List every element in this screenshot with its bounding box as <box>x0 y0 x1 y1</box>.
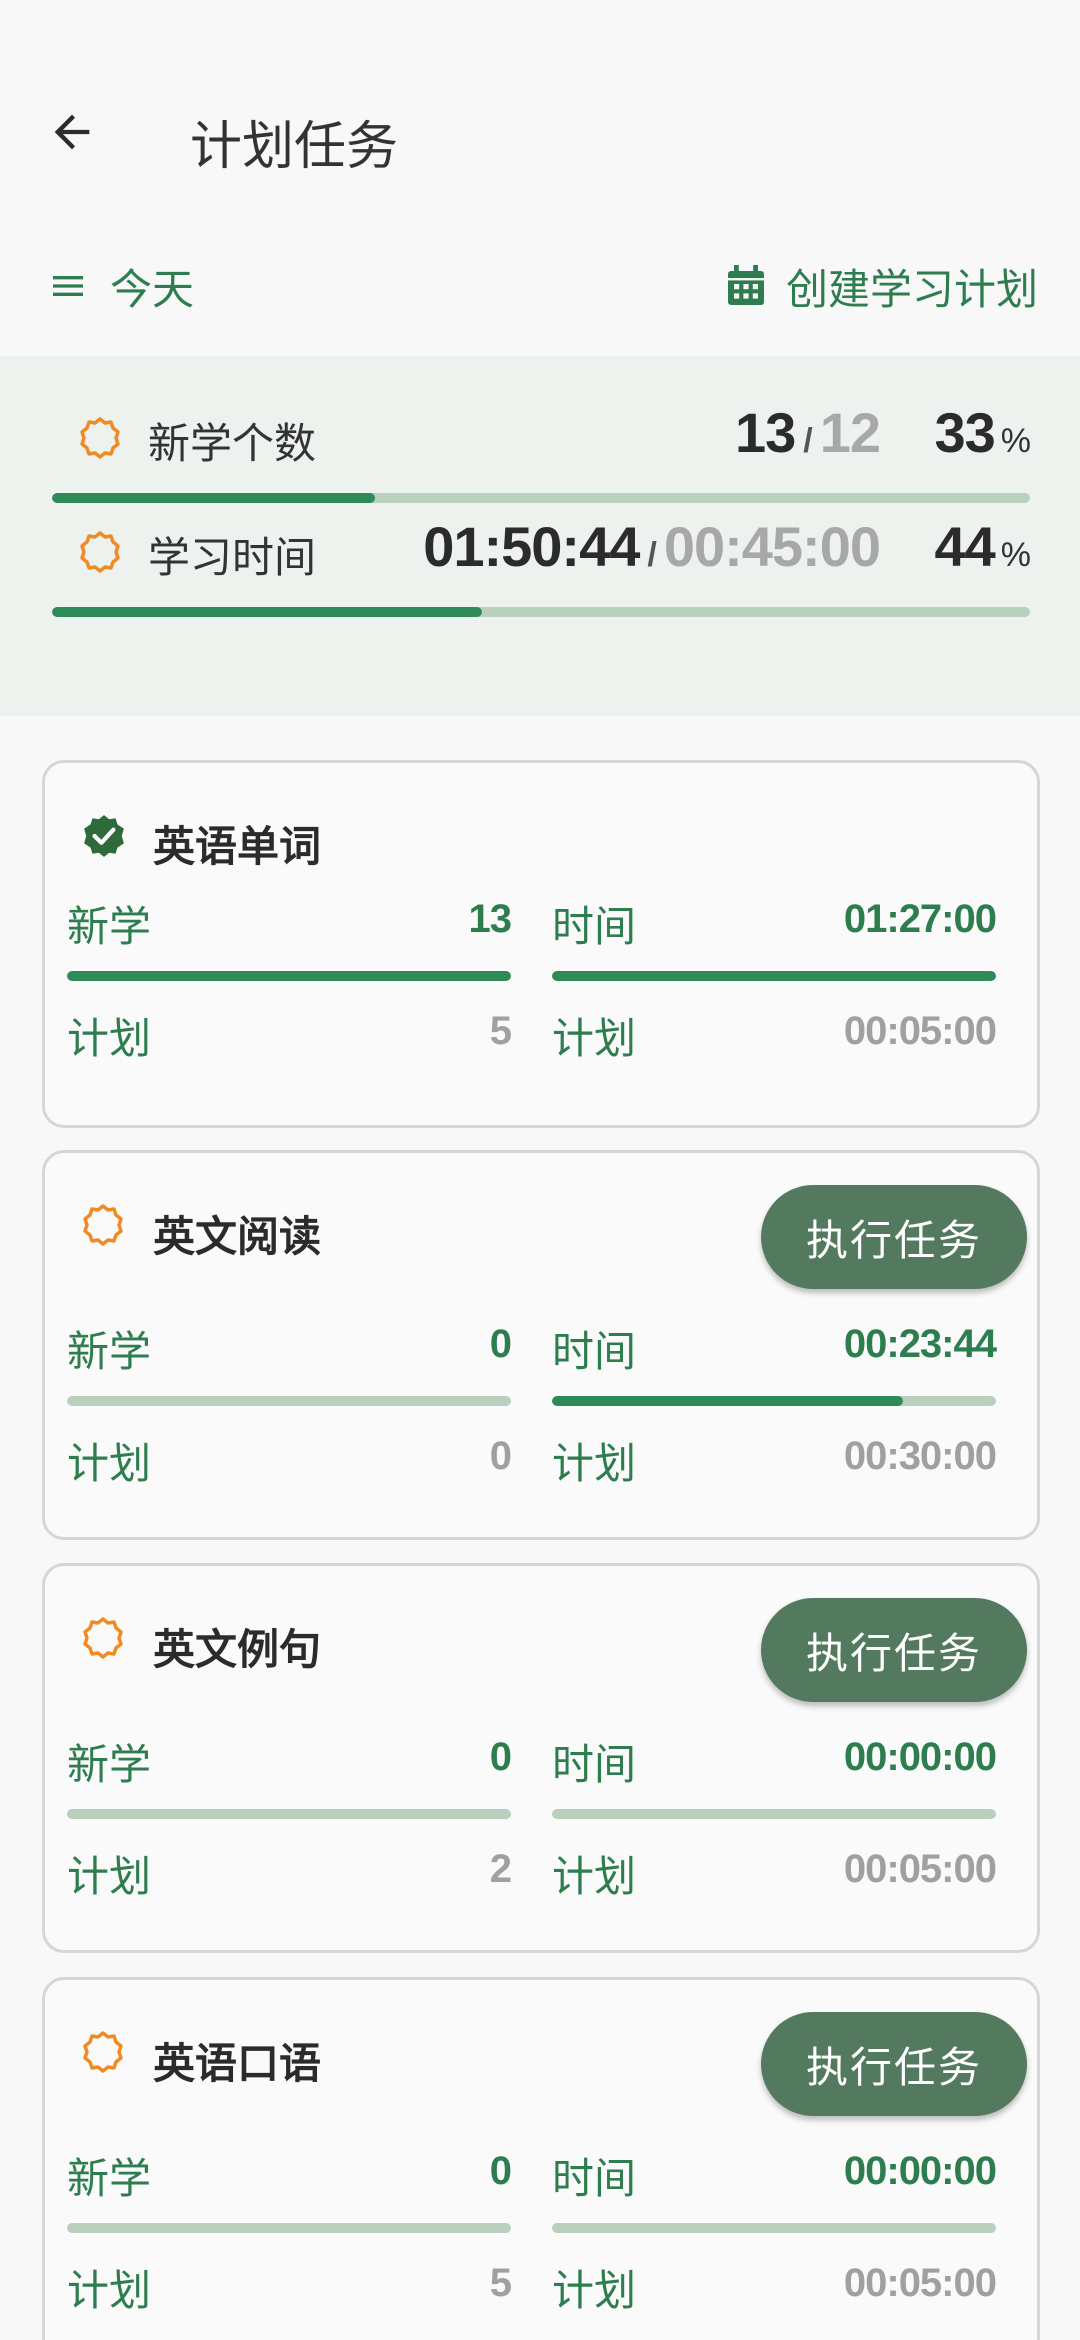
time-plan-value: 00:05:00 <box>843 1847 997 1891</box>
time-plan-value: 00:30:00 <box>843 1434 997 1478</box>
new-plan-label: 计划 <box>67 1014 152 1063</box>
new-value: 0 <box>489 1735 512 1779</box>
summary-time-done: 01:50:44 <box>423 515 640 578</box>
new-progress-bar <box>67 2223 511 2233</box>
summary-new-done: 13 <box>734 401 796 464</box>
new-plan-label: 计划 <box>67 1852 152 1901</box>
summary-time-progress-fill <box>52 607 483 617</box>
time-plan-value: 00:05:00 <box>843 1009 997 1053</box>
task-card: 英语口语 执行任务 新学 0 计划 5 时间 00:00:00 计划 00:05… <box>42 1977 1040 2340</box>
task-card: 英语单词 新学 13 计划 5 时间 01:27:00 计划 00:05:00 <box>42 760 1040 1128</box>
new-progress-bar <box>67 971 511 981</box>
status-icon <box>81 1616 125 1664</box>
arrow-left-icon <box>54 114 90 150</box>
pending-ring-icon <box>83 2031 123 2073</box>
slash-separator: / <box>803 422 813 460</box>
time-progress-bar <box>552 971 996 981</box>
time-progress-bar <box>552 1809 996 1819</box>
new-plan-value: 5 <box>489 1009 512 1053</box>
verified-check-icon <box>84 815 124 857</box>
execute-task-button[interactable]: 执行任务 <box>761 2012 1027 2116</box>
app-bar: 计划任务 <box>0 0 1080 230</box>
summary-time-progress-bar <box>52 607 1030 617</box>
new-plan-label: 计划 <box>67 2266 152 2315</box>
execute-task-button[interactable]: 执行任务 <box>761 1185 1027 1289</box>
time-label: 时间 <box>552 2154 637 2203</box>
new-value: 0 <box>489 2149 512 2193</box>
summary-study-time: 学习时间 01:50:44 / 00:45:00 44% <box>0 470 1080 640</box>
task-name: 英语口语 <box>153 2039 322 2088</box>
time-value: 00:00:00 <box>843 2149 997 2193</box>
time-progress-fill <box>552 971 996 981</box>
create-plan-label: 创建学习计划 <box>785 264 1038 314</box>
slash-separator: / <box>647 536 657 574</box>
time-plan-label: 计划 <box>552 1014 637 1063</box>
time-label: 时间 <box>552 902 637 951</box>
time-label: 时间 <box>552 1740 637 1789</box>
pending-ring-icon <box>80 531 120 573</box>
execute-task-button[interactable]: 执行任务 <box>761 1598 1027 1702</box>
new-plan-value: 0 <box>489 1434 512 1478</box>
status-icon <box>81 1203 125 1251</box>
new-plan-value: 2 <box>489 1847 512 1891</box>
summary-time-label: 学习时间 <box>148 533 317 582</box>
time-progress-fill <box>552 1396 903 1406</box>
page-title: 计划任务 <box>190 117 399 177</box>
time-value: 00:23:44 <box>843 1322 997 1366</box>
menu-icon <box>53 276 83 296</box>
summary-time-target: 00:45:00 <box>663 515 881 578</box>
new-plan-value: 5 <box>489 2261 512 2305</box>
today-label: 今天 <box>110 264 195 314</box>
task-name: 英文阅读 <box>153 1212 322 1261</box>
summary-new-percent-value: 33 <box>934 401 995 464</box>
percent-sign: % <box>1000 536 1031 574</box>
time-plan-label: 计划 <box>552 1439 637 1488</box>
new-label: 新学 <box>67 902 152 951</box>
new-value: 0 <box>489 1322 512 1366</box>
new-progress-bar <box>67 1396 511 1406</box>
calendar-icon <box>727 265 764 305</box>
time-value: 01:27:00 <box>843 897 997 941</box>
status-icon <box>81 813 127 863</box>
summary-new-label: 新学个数 <box>148 419 317 468</box>
new-label: 新学 <box>67 1327 152 1376</box>
time-label: 时间 <box>552 1327 637 1376</box>
summary-time-percent: 44% <box>934 514 1031 579</box>
pending-ring-icon <box>83 1204 123 1246</box>
pending-ring-icon <box>80 417 120 459</box>
task-name: 英文例句 <box>153 1625 322 1674</box>
task-name: 英语单词 <box>153 822 322 871</box>
summary-new-target: 12 <box>819 401 881 464</box>
summary-time-percent-value: 44 <box>934 515 995 578</box>
new-progress-fill <box>67 971 511 981</box>
time-plan-label: 计划 <box>552 2266 637 2315</box>
percent-sign: % <box>1000 422 1031 460</box>
summary-new-percent: 33% <box>934 400 1031 465</box>
task-card: 英文例句 执行任务 新学 0 计划 2 时间 00:00:00 计划 00:05… <box>42 1563 1040 1953</box>
time-plan-label: 计划 <box>552 1852 637 1901</box>
new-label: 新学 <box>67 1740 152 1789</box>
summary-time-values: 01:50:44 / 00:45:00 <box>423 514 881 579</box>
summary-new-values: 13 / 12 <box>734 400 881 465</box>
task-card: 英文阅读 执行任务 新学 0 计划 0 时间 00:23:44 计划 00:30… <box>42 1150 1040 1540</box>
status-icon <box>81 2030 125 2078</box>
create-plan-button[interactable]: 创建学习计划 <box>726 258 1038 314</box>
new-label: 新学 <box>67 2154 152 2203</box>
time-value: 00:00:00 <box>843 1735 997 1779</box>
pending-ring-icon <box>83 1617 123 1659</box>
time-plan-value: 00:05:00 <box>843 2261 997 2305</box>
back-button[interactable] <box>40 100 104 164</box>
summary-panel: 新学个数 13 / 12 33% 学习时间 01:50:44 / 00:45:0… <box>0 356 1080 716</box>
today-filter[interactable]: 今天 <box>48 258 194 314</box>
new-value: 13 <box>468 897 512 941</box>
time-progress-bar <box>552 2223 996 2233</box>
time-progress-bar <box>552 1396 996 1406</box>
new-progress-bar <box>67 1809 511 1819</box>
new-plan-label: 计划 <box>67 1439 152 1488</box>
